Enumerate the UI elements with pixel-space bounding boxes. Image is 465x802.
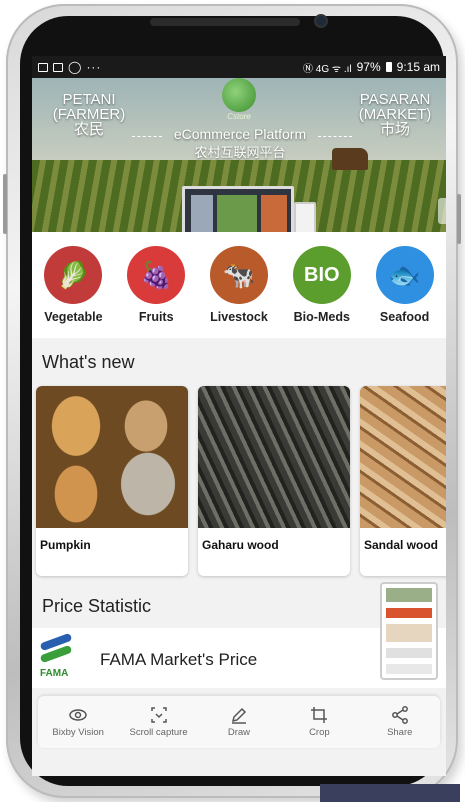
product-label: Gaharu wood: [202, 538, 279, 552]
pencil-icon: [231, 707, 247, 724]
screen-bottom: [32, 756, 446, 776]
monitor-panel-center: [217, 195, 257, 232]
fama-logo-text: FAMA: [40, 668, 69, 679]
share-button[interactable]: Share: [361, 706, 439, 738]
front-camera: [314, 14, 328, 28]
bio-meds-icon: BIO: [292, 246, 351, 304]
category-label: Bio-Meds: [293, 310, 350, 324]
category-label: Seafood: [379, 310, 430, 324]
seafood-icon: 🐟: [375, 246, 434, 304]
product-label: Pumpkin: [40, 538, 91, 552]
monitor-panel-right: [261, 195, 287, 232]
status-bar: ◯ ··· Ⓝ 4G ᯤ .ıl 97% 9:15 am: [32, 56, 446, 78]
farmer-line-2: (FARMER): [52, 106, 126, 123]
image-icon: [53, 62, 63, 72]
scroll-capture-icon: [150, 707, 167, 723]
tool-label: Bixby Vision: [52, 727, 104, 738]
thumbnail-row: [386, 648, 432, 658]
tool-label: Draw: [227, 727, 251, 738]
tool-label: Crop: [309, 727, 330, 738]
background-shape: [320, 784, 460, 802]
category-fruits[interactable]: 🍇 Fruits: [116, 246, 196, 324]
crop-icon: [311, 707, 328, 723]
product-label: Sandal wood: [364, 538, 439, 552]
draw-button[interactable]: Draw: [200, 706, 278, 738]
battery-percent: 97%: [356, 60, 381, 74]
market-line-1: PASARAN: [359, 91, 431, 108]
screenshot-thumbnail[interactable]: [380, 582, 438, 680]
platform-title: eCommerce Platform: [173, 126, 307, 142]
pumpkin-image: [36, 386, 188, 528]
product-card-gaharu-wood[interactable]: Gaharu wood: [198, 386, 350, 576]
battery-icon: [385, 62, 392, 72]
sandal-wood-image: [360, 386, 446, 528]
tool-label: Scroll capture: [129, 727, 188, 738]
category-seafood[interactable]: 🐟 Seafood: [365, 246, 445, 324]
power-button: [457, 194, 461, 244]
thumbnail-banner: [386, 588, 432, 602]
market-line-3: 市场: [379, 121, 410, 138]
category-bio-meds[interactable]: BIO Bio-Meds: [282, 246, 362, 324]
platform-logo-text: Cstore: [227, 112, 251, 121]
screenshot-toolbar: Bixby Vision Scroll capture Draw Crop Sh…: [38, 696, 440, 748]
market-line-2: (MARKET): [358, 106, 432, 123]
gallery-icon: [38, 62, 48, 72]
market-label: PASARAN (MARKET) 市场: [350, 92, 440, 137]
thumbnail-row: [386, 624, 432, 642]
category-row: 🥬 Vegetable 🍇 Fruits 🐄 Livestock BIO Bio…: [32, 232, 446, 338]
category-livestock[interactable]: 🐄 Livestock: [199, 246, 279, 324]
fama-price-label: FAMA Market's Price: [100, 650, 258, 669]
product-card-sandal-wood[interactable]: Sandal wood: [360, 386, 446, 576]
phone-screen: ◯ ··· Ⓝ 4G ᯤ .ıl 97% 9:15 am PETANI (FAR…: [32, 56, 446, 776]
category-label: Vegetable: [44, 310, 103, 324]
share-icon: [391, 706, 408, 724]
signal-indicators: Ⓝ 4G ᯤ .ıl: [303, 63, 352, 75]
monitor-panel-left: [191, 195, 213, 232]
whatsapp-icon: ◯: [68, 60, 82, 74]
product-card-pumpkin[interactable]: Pumpkin: [36, 386, 188, 576]
whats-new-title: What's new: [42, 352, 135, 372]
thumbnail-row: [386, 608, 432, 618]
price-statistic-title: Price Statistic: [42, 596, 152, 616]
clock: 9:15 am: [396, 60, 440, 74]
monitor-image: [182, 186, 294, 232]
more-notifications: ···: [86, 60, 102, 74]
category-label: Livestock: [210, 310, 268, 324]
crop-button[interactable]: Crop: [280, 706, 358, 738]
banner-scroll-handle[interactable]: [438, 198, 446, 224]
platform-logo-icon: [222, 78, 256, 112]
bixby-vision-button[interactable]: Bixby Vision: [39, 706, 117, 738]
tractor-image: [332, 148, 368, 170]
livestock-icon: 🐄: [209, 246, 268, 304]
tool-label: Share: [387, 727, 413, 738]
thumbnail-row: [386, 664, 432, 674]
tablet-image: [294, 202, 316, 232]
speaker-grille: [150, 18, 300, 26]
whats-new-carousel[interactable]: Pumpkin Gaharu wood Sandal wood: [32, 386, 446, 578]
vegetable-icon: 🥬: [44, 246, 103, 304]
hero-banner: PETANI (FARMER) 农民 PASARAN (MARKET) 市场 C…: [32, 78, 446, 232]
gaharu-wood-image: [198, 386, 350, 528]
farmer-label: PETANI (FARMER) 农民: [44, 92, 134, 137]
volume-button: [3, 174, 7, 234]
fruits-icon: 🍇: [127, 246, 186, 304]
category-vegetable[interactable]: 🥬 Vegetable: [33, 246, 113, 324]
category-label: Fruits: [138, 310, 174, 324]
farmer-line-3: 农民: [73, 121, 104, 138]
eye-icon: [69, 709, 87, 721]
scroll-capture-button[interactable]: Scroll capture: [120, 706, 198, 738]
platform-subtitle: 农村互联网平台: [194, 145, 286, 160]
farmer-line-1: PETANI: [62, 91, 116, 108]
fama-logo-icon: FAMA: [38, 632, 74, 680]
